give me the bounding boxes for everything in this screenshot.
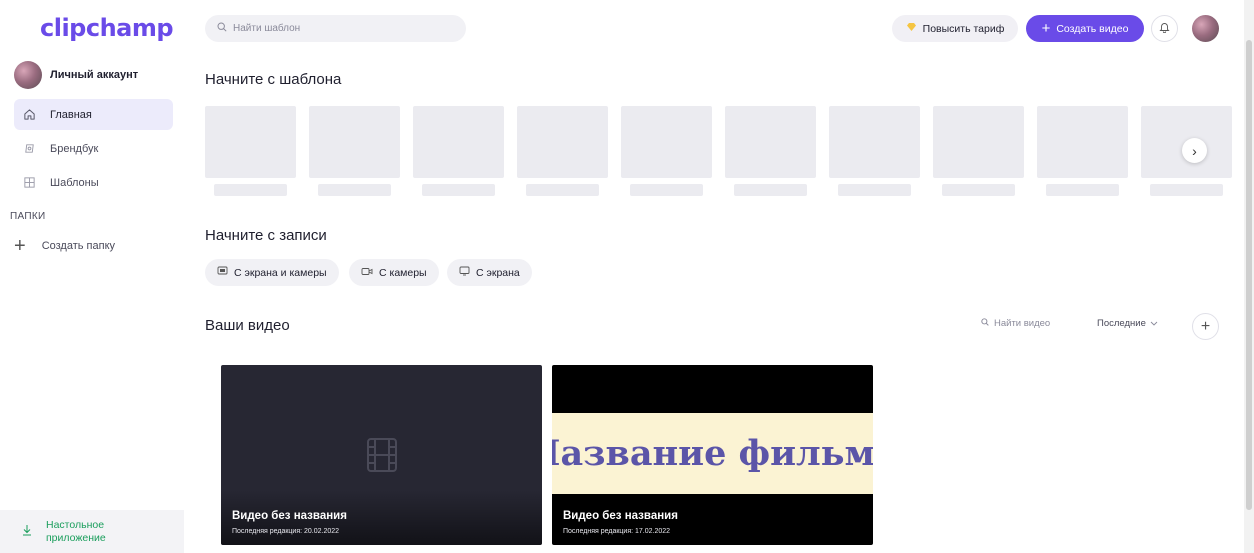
brand-icon xyxy=(22,142,36,156)
carousel-next-button[interactable]: › xyxy=(1182,138,1207,163)
sidebar: clipchamp Личный аккаунт Главная Брендбу… xyxy=(0,0,184,553)
template-label-placeholder xyxy=(838,184,911,196)
camera-icon xyxy=(361,267,373,279)
recording-section-title: Начните с записи xyxy=(205,227,327,244)
videos-section-title: Ваши видео xyxy=(205,317,290,334)
search-icon xyxy=(217,22,227,35)
screen-camera-icon xyxy=(217,266,228,279)
template-card[interactable] xyxy=(1037,106,1128,178)
user-avatar[interactable] xyxy=(1192,15,1219,42)
template-card[interactable] xyxy=(517,106,608,178)
template-label-placeholder xyxy=(526,184,599,196)
chevron-down-icon xyxy=(1150,318,1158,329)
template-label-placeholder xyxy=(734,184,807,196)
template-search-input[interactable]: Найти шаблон xyxy=(205,15,466,42)
template-card[interactable] xyxy=(725,106,816,178)
template-card[interactable] xyxy=(205,106,296,178)
video-date: Последняя редакция: 17.02.2022 xyxy=(563,528,671,535)
create-folder-button[interactable]: + Создать папку xyxy=(14,236,115,256)
desktop-app-label: Настольное приложение xyxy=(46,518,106,544)
create-video-button[interactable]: + Создать видео xyxy=(1026,15,1144,42)
clipchamp-logo[interactable]: clipchamp xyxy=(40,14,174,42)
template-card[interactable] xyxy=(621,106,712,178)
template-search-placeholder: Найти шаблон xyxy=(233,23,301,34)
scrollbar-thumb[interactable] xyxy=(1246,40,1252,510)
video-card[interactable]: Видео без названия Последняя редакция: 2… xyxy=(221,365,542,545)
template-label-placeholder xyxy=(214,184,287,196)
video-title: Видео без названия xyxy=(563,510,678,522)
page-scrollbar[interactable] xyxy=(1244,0,1254,553)
upgrade-plan-button[interactable]: Повысить тариф xyxy=(892,15,1018,42)
upgrade-plan-label: Повысить тариф xyxy=(922,22,1005,35)
app-root: clipchamp Личный аккаунт Главная Брендбу… xyxy=(0,0,1254,553)
template-label-placeholder xyxy=(422,184,495,196)
bell-icon xyxy=(1159,20,1170,38)
plus-icon: + xyxy=(1041,19,1051,37)
video-date: Последняя редакция: 20.02.2022 xyxy=(232,528,340,535)
templates-icon xyxy=(22,176,36,190)
record-option-label: С камеры xyxy=(379,266,427,279)
template-label-placeholder xyxy=(1046,184,1119,196)
video-search-placeholder: Найти видео xyxy=(994,318,1051,329)
folders-title: ПАПКИ xyxy=(10,211,46,222)
sidebar-item-home[interactable]: Главная xyxy=(14,99,173,130)
account-name: Личный аккаунт xyxy=(50,69,139,81)
video-card[interactable]: Название фильма Видео без названия После… xyxy=(552,365,873,545)
record-option-label: С экрана xyxy=(476,266,520,279)
template-card[interactable] xyxy=(829,106,920,178)
search-icon xyxy=(981,318,989,329)
sidebar-item-label: Брендбук xyxy=(50,142,99,155)
template-card[interactable] xyxy=(309,106,400,178)
diamond-icon xyxy=(906,22,917,35)
template-label-placeholder xyxy=(318,184,391,196)
add-video-button[interactable]: + xyxy=(1192,313,1219,340)
video-title: Видео без названия xyxy=(232,510,347,522)
sidebar-item-label: Главная xyxy=(50,108,92,121)
template-label-placeholder xyxy=(630,184,703,196)
record-option-label: С экрана и камеры xyxy=(234,266,327,279)
thumbnail-title-text: Название фильма xyxy=(552,433,873,474)
templates-section-title: Начните с шаблона xyxy=(205,71,342,88)
account-avatar xyxy=(14,61,42,89)
sidebar-item-templates[interactable]: Шаблоны xyxy=(14,167,173,198)
record-screen-button[interactable]: С экрана xyxy=(447,259,532,286)
sidebar-item-label: Шаблоны xyxy=(50,176,99,189)
video-thumbnail: Название фильма xyxy=(552,413,873,494)
notifications-button[interactable] xyxy=(1151,15,1178,42)
chevron-right-icon: › xyxy=(1192,142,1197,159)
desktop-app-link[interactable]: Настольное приложение xyxy=(0,510,184,553)
video-search-input[interactable]: Найти видео xyxy=(981,318,1050,329)
sidebar-item-brandkit[interactable]: Брендбук xyxy=(14,133,173,164)
sort-dropdown[interactable]: Последние xyxy=(1097,318,1158,329)
create-folder-label: Создать папку xyxy=(41,240,116,252)
template-label-placeholder xyxy=(1150,184,1223,196)
screen-icon xyxy=(459,266,470,279)
template-label-placeholder xyxy=(942,184,1015,196)
record-screen-camera-button[interactable]: С экрана и камеры xyxy=(205,259,339,286)
template-card[interactable] xyxy=(933,106,1024,178)
download-icon xyxy=(22,524,32,540)
home-icon xyxy=(22,108,36,122)
film-icon xyxy=(366,437,398,478)
account-switcher[interactable]: Личный аккаунт xyxy=(14,61,138,89)
sort-label: Последние xyxy=(1097,318,1146,329)
record-camera-button[interactable]: С камеры xyxy=(349,259,439,286)
create-video-label: Создать видео xyxy=(1056,22,1129,35)
template-card[interactable] xyxy=(413,106,504,178)
plus-icon: + xyxy=(14,235,26,257)
plus-icon: + xyxy=(1200,317,1211,335)
